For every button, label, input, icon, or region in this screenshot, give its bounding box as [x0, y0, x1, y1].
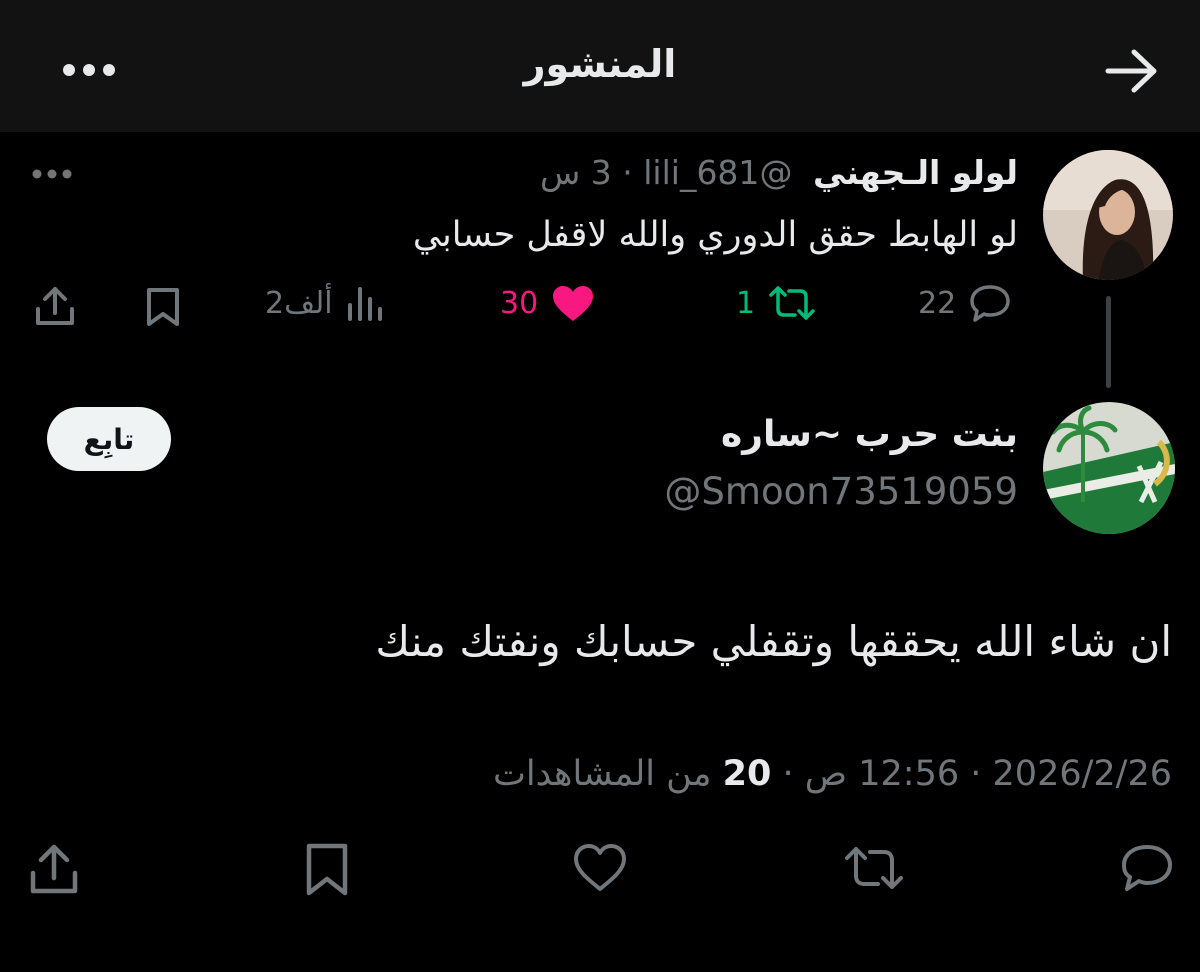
top-bar: المنشور: [0, 0, 1200, 132]
tweet-timestamp-views: 2026/2/26 · 12:56 ص · 20 من المشاهدات: [493, 750, 1172, 798]
heart-filled-icon: [550, 283, 596, 323]
parent-bookmark-icon[interactable]: [145, 286, 181, 328]
page-title: المنشور: [523, 42, 677, 86]
reply-icon: [968, 283, 1012, 323]
like-count: 30: [500, 285, 539, 321]
parent-tweet-header: لولو الـجهني @lili_681 · 3 س: [540, 150, 1018, 196]
main-author-name[interactable]: بنت حرب ~ساره: [721, 414, 1018, 455]
parent-views[interactable]: 2ألف: [265, 283, 383, 323]
parent-like-button[interactable]: 30: [500, 283, 596, 323]
parent-tweet-time: 3 س: [539, 153, 612, 192]
heart-icon[interactable]: [572, 842, 628, 894]
tweet-time: 12:56 ص: [804, 754, 960, 794]
meta-separator: ·: [970, 754, 982, 794]
thread-connector-line: [1106, 296, 1111, 388]
tweet-more-icon[interactable]: [32, 168, 72, 180]
main-tweet-text: ان شاء الله يحققها وتقفلي حسابك ونفتك من…: [375, 617, 1172, 666]
bookmark-icon[interactable]: [304, 842, 350, 898]
reply-icon[interactable]: [1119, 842, 1175, 894]
main-author-handle[interactable]: @Smoon73519059: [664, 470, 1018, 513]
back-arrow-icon[interactable]: [1104, 47, 1160, 95]
parent-author-handle[interactable]: @lili_681: [643, 153, 792, 192]
parent-share-icon[interactable]: [34, 285, 76, 327]
parent-tweet-meta: @lili_681 · 3 س: [540, 153, 792, 192]
retweet-icon: [767, 283, 817, 323]
retweet-count: 1: [736, 285, 756, 321]
retweet-icon[interactable]: [843, 842, 905, 894]
views-count: 2ألف: [265, 285, 333, 321]
tweet-views-label[interactable]: من المشاهدات: [493, 754, 712, 794]
parent-tweet-text: لو الهابط حقق الدوري والله لاقفل حسابي: [412, 215, 1018, 255]
parent-avatar[interactable]: [1043, 150, 1173, 280]
parent-retweet-button[interactable]: 1: [736, 283, 817, 323]
tweet-date: 2026/2/26: [992, 754, 1172, 794]
meta-separator: ·: [622, 153, 633, 192]
parent-reply-button[interactable]: 22: [918, 283, 1012, 323]
parent-author-name[interactable]: لولو الـجهني: [813, 153, 1018, 192]
follow-button[interactable]: تابِع: [47, 407, 171, 471]
main-avatar[interactable]: [1043, 402, 1175, 534]
tweet-views-count[interactable]: 20: [723, 754, 772, 794]
reply-count: 22: [918, 285, 957, 321]
views-chart-icon: [345, 283, 383, 323]
meta-separator: ·: [782, 754, 794, 794]
share-icon[interactable]: [28, 842, 80, 896]
